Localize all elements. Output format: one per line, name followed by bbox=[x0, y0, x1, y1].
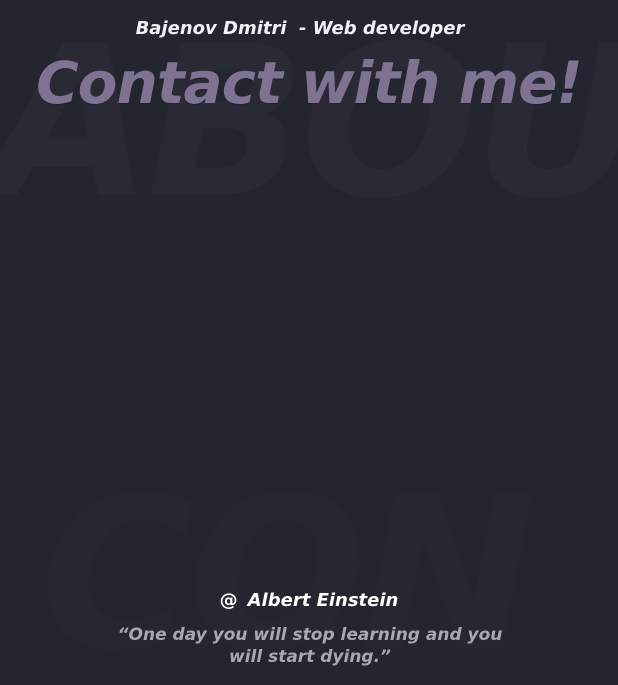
quote-author: Albert Einstein bbox=[247, 590, 399, 611]
at-icon: @ bbox=[219, 590, 238, 611]
quote-author-line: @ Albert Einstein bbox=[0, 590, 618, 611]
quote-text: “One day you will stop learning and you … bbox=[117, 625, 503, 668]
page-subtitle: Bajenov Dmitri - Web developer bbox=[135, 18, 465, 39]
page-title: Contact with me! bbox=[36, 49, 583, 117]
